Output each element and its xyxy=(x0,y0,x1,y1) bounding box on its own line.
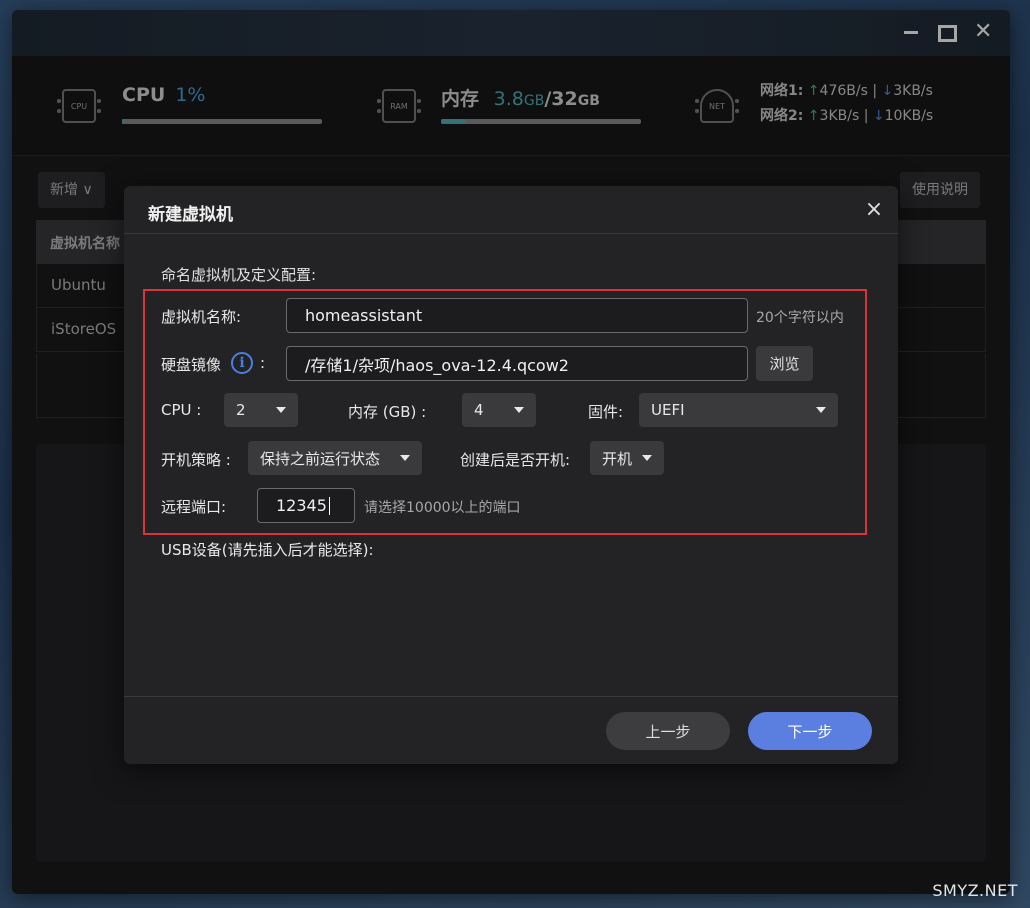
chevron-down-icon xyxy=(400,455,410,461)
remote-port-hint: 请选择10000以上的端口 xyxy=(364,500,521,516)
cpu-select-value: 2 xyxy=(236,401,246,419)
dialog-divider xyxy=(124,233,898,234)
dialog-title: 新建虚拟机 xyxy=(148,205,233,225)
remote-port-input[interactable]: 12345 xyxy=(257,488,355,523)
autostart-select[interactable]: 开机 xyxy=(590,441,664,475)
memory-select[interactable]: 4 xyxy=(462,393,536,427)
next-step-button[interactable]: 下一步 xyxy=(748,712,872,750)
remote-port-value: 12345 xyxy=(276,496,327,515)
disk-image-value: /存储1/杂项/haos_ova-12.4.qcow2 xyxy=(305,355,569,375)
boot-policy-select[interactable]: 保持之前运行状态 xyxy=(248,441,422,475)
vm-name-input[interactable]: homeassistant xyxy=(286,298,748,333)
text-cursor xyxy=(328,496,330,515)
dialog-footer-divider xyxy=(124,696,898,697)
cpu-select[interactable]: 2 xyxy=(224,393,298,427)
autostart-value: 开机 xyxy=(602,449,633,468)
firmware-select-value: UEFI xyxy=(651,401,685,419)
info-icon[interactable]: i xyxy=(231,352,253,374)
chevron-down-icon xyxy=(816,407,826,413)
remote-port-label: 远程端口: xyxy=(161,498,227,516)
chevron-down-icon xyxy=(276,407,286,413)
memory-label: 内存 (GB) : xyxy=(348,403,427,421)
close-icon[interactable]: × xyxy=(862,198,886,222)
disk-image-label: 硬盘镜像 xyxy=(161,356,222,374)
boot-policy-label: 开机策略 : xyxy=(161,451,231,469)
watermark: SMYZ.NET xyxy=(932,881,1018,900)
firmware-label: 固件: xyxy=(588,403,624,421)
disk-image-colon: : xyxy=(260,354,266,372)
autostart-label: 创建后是否开机: xyxy=(460,451,571,469)
firmware-select[interactable]: UEFI xyxy=(639,393,838,427)
vm-name-hint: 20个字符以内 xyxy=(756,310,844,326)
browse-button[interactable]: 浏览 xyxy=(756,346,813,381)
previous-step-button[interactable]: 上一步 xyxy=(606,712,730,750)
section-heading: 命名虚拟机及定义配置: xyxy=(161,266,317,284)
new-vm-dialog: 新建虚拟机 × 命名虚拟机及定义配置: 虚拟机名称: homeassistant… xyxy=(124,186,898,764)
vm-name-value: homeassistant xyxy=(305,306,423,325)
chevron-down-icon xyxy=(642,455,652,461)
usb-devices-label: USB设备(请先插入后才能选择): xyxy=(161,541,374,559)
disk-image-input[interactable]: /存储1/杂项/haos_ova-12.4.qcow2 xyxy=(286,346,748,381)
chevron-down-icon xyxy=(514,407,524,413)
vm-name-label: 虚拟机名称: xyxy=(161,308,242,326)
boot-policy-value: 保持之前运行状态 xyxy=(260,449,381,468)
cpu-label: CPU : xyxy=(161,401,202,419)
memory-select-value: 4 xyxy=(474,401,484,419)
